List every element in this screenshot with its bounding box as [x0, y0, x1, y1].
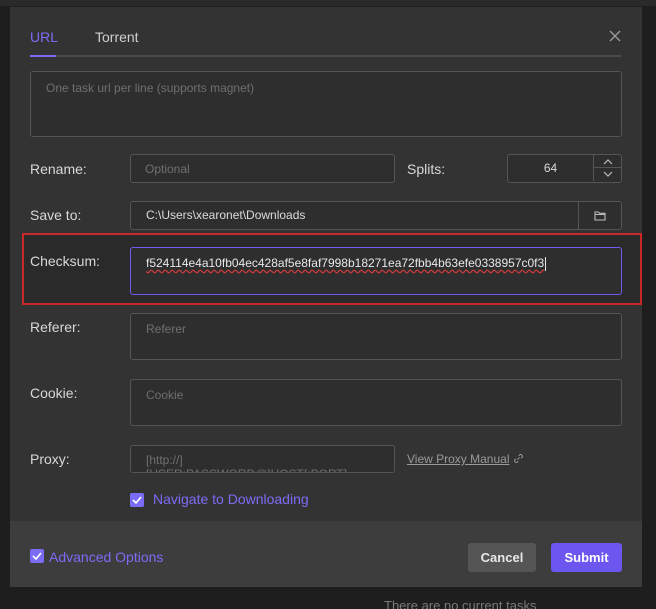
referer-placeholder: Referer — [146, 322, 187, 336]
referer-label: Referer: — [30, 319, 81, 335]
save-to-label: Save to: — [30, 207, 82, 223]
navigate-checkbox[interactable] — [130, 493, 144, 507]
view-proxy-manual-label: View Proxy Manual — [407, 452, 510, 466]
close-button[interactable] — [607, 28, 623, 44]
cancel-button[interactable]: Cancel — [468, 543, 536, 572]
dialog-footer: Advanced Options Cancel Submit — [10, 521, 642, 587]
url-input[interactable]: One task url per line (supports magnet) — [30, 71, 622, 137]
proxy-input[interactable]: [http://][USER:PASSWORD@]HOST[:PORT] — [130, 445, 395, 473]
checksum-value: f524114e4a10fb04ec428af5e8faf7998b18271e… — [146, 256, 545, 270]
chevron-down-icon — [603, 171, 613, 177]
rename-input[interactable]: Optional — [130, 154, 395, 183]
advanced-options-label[interactable]: Advanced Options — [49, 549, 163, 565]
active-tab-indicator — [30, 55, 56, 57]
browse-folder-button[interactable] — [578, 202, 621, 229]
navigate-label[interactable]: Navigate to Downloading — [153, 491, 309, 507]
save-to-input[interactable]: C:\Users\xearonet\Downloads — [146, 202, 305, 229]
close-icon — [609, 30, 621, 42]
tab-torrent[interactable]: Torrent — [95, 29, 139, 45]
checksum-input[interactable]: f524114e4a10fb04ec428af5e8faf7998b18271e… — [130, 247, 622, 295]
link-icon — [513, 454, 523, 463]
splits-decrement-button[interactable] — [593, 168, 621, 181]
splits-stepper: 64 — [507, 154, 622, 183]
rename-placeholder: Optional — [145, 162, 190, 176]
referer-input[interactable]: Referer — [130, 313, 622, 360]
checkmark-icon — [32, 552, 42, 560]
dialog-tabs: URL Torrent — [30, 7, 621, 57]
splits-input[interactable]: 64 — [508, 155, 593, 182]
url-input-placeholder: One task url per line (supports magnet) — [46, 81, 255, 95]
cookie-label: Cookie: — [30, 385, 78, 401]
splits-label: Splits: — [407, 161, 446, 177]
proxy-label: Proxy: — [30, 451, 70, 467]
view-proxy-manual-link[interactable]: View Proxy Manual — [407, 452, 524, 466]
cookie-placeholder: Cookie — [146, 388, 184, 402]
checkmark-icon — [132, 496, 142, 504]
proxy-placeholder: [http://][USER:PASSWORD@]HOST[:PORT] — [146, 453, 347, 472]
background-status-text: There are no current tasks — [384, 598, 537, 609]
checksum-label: Checksum: — [30, 253, 101, 269]
chevron-up-icon — [603, 159, 613, 165]
folder-icon — [594, 211, 606, 221]
add-task-dialog: URL Torrent One task url per line (suppo… — [10, 7, 642, 587]
advanced-options-checkbox[interactable] — [30, 549, 44, 563]
splits-increment-button[interactable] — [593, 155, 621, 168]
text-caret — [545, 256, 547, 271]
window-top-edge — [0, 0, 656, 6]
submit-button[interactable]: Submit — [551, 543, 622, 572]
save-to-field: C:\Users\xearonet\Downloads — [130, 201, 622, 230]
cookie-input[interactable]: Cookie — [130, 379, 622, 426]
rename-label: Rename: — [30, 161, 87, 177]
tab-url[interactable]: URL — [30, 29, 58, 45]
